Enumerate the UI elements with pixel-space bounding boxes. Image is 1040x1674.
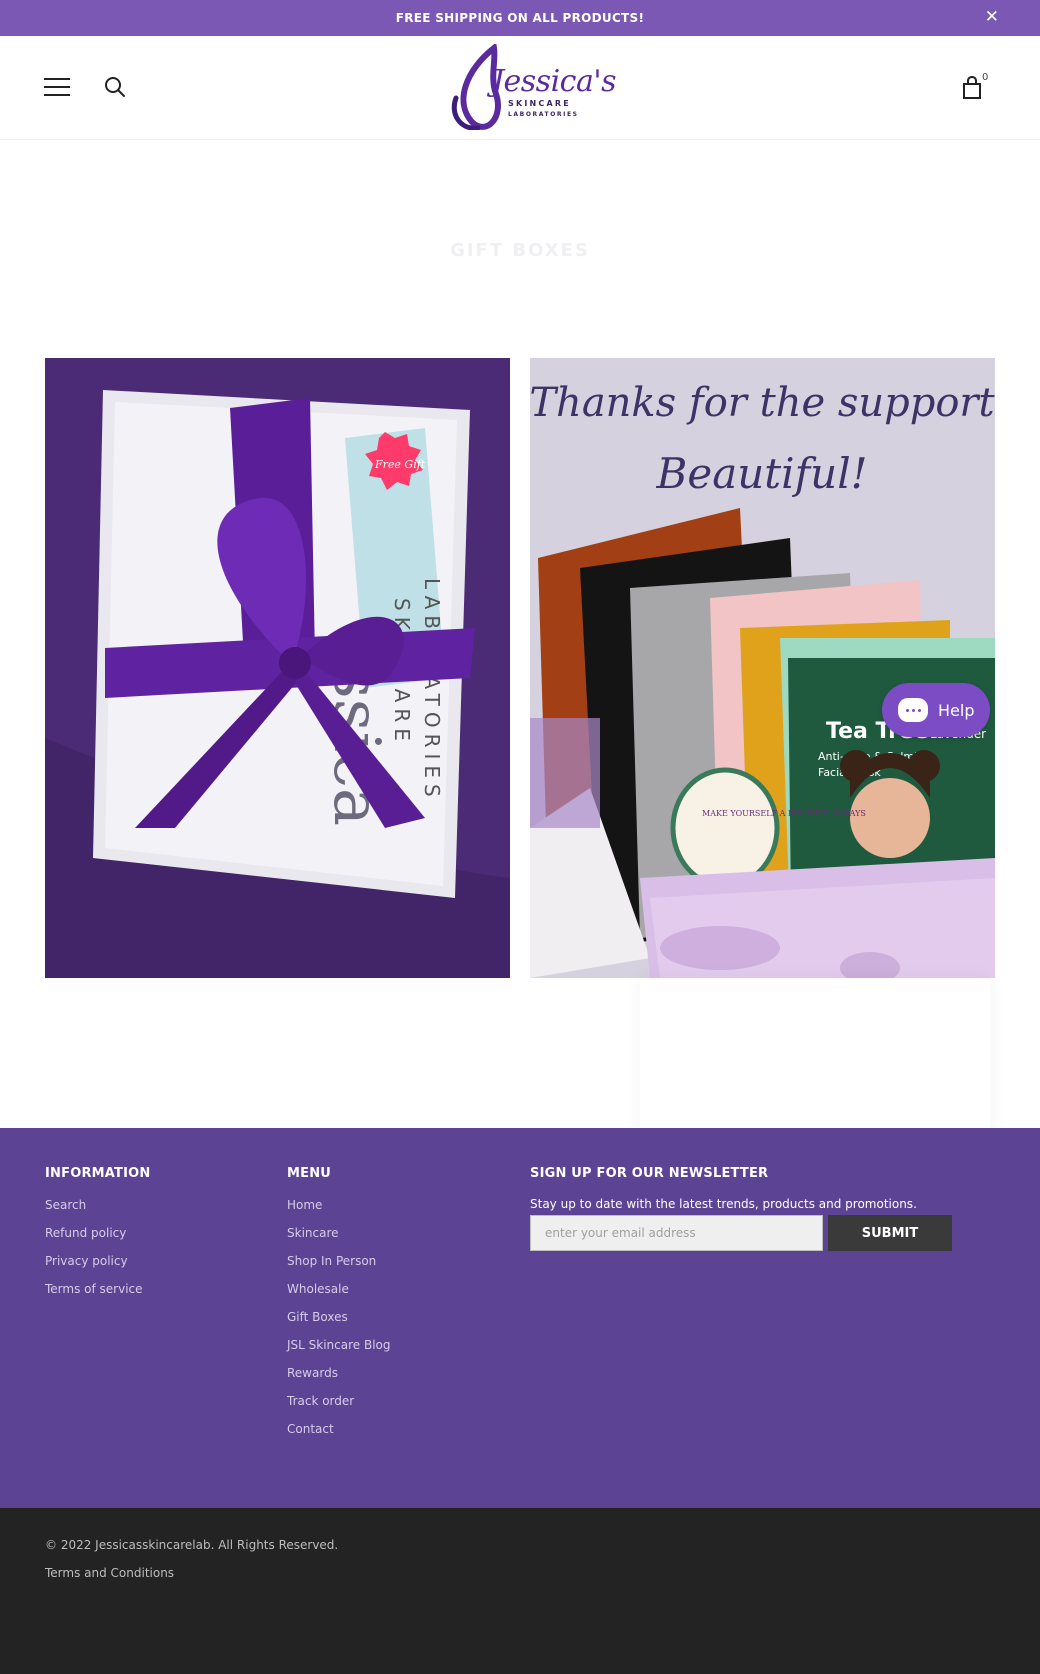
chat-icon <box>898 698 928 722</box>
footer-link-track-order[interactable]: Track order <box>287 1393 391 1421</box>
newsletter-title: SIGN UP FOR OUR NEWSLETTER <box>530 1166 769 1181</box>
bottom-bar: © 2022 Jessicasskincarelab. All Rights R… <box>0 1508 1040 1674</box>
footer-link-blog[interactable]: JSL Skincare Blog <box>287 1337 391 1365</box>
menu-icon[interactable] <box>44 78 70 98</box>
beautiful-headline: Beautiful! <box>655 449 867 498</box>
footer-link-home[interactable]: Home <box>287 1197 391 1225</box>
close-icon[interactable]: ✕ <box>982 7 1002 27</box>
site-header: Jessica's SKINCARE LABORATORIES 0 <box>0 36 1040 140</box>
footer-link-gift-boxes[interactable]: Gift Boxes <box>287 1309 391 1337</box>
site-logo[interactable]: Jessica's SKINCARE LABORATORIES <box>446 42 617 131</box>
terms-and-conditions-link[interactable]: Terms and Conditions <box>45 1566 174 1580</box>
logo-word: Jessica's <box>492 64 617 99</box>
svg-text:LABORATORIES: LABORATORIES <box>420 578 444 803</box>
newsletter-form: SUBMIT <box>530 1215 952 1251</box>
gift-box-image-1[interactable]: essica SKINCARE LABORATORIES Free Gift <box>45 358 510 978</box>
footer-link-wholesale[interactable]: Wholesale <box>287 1281 391 1309</box>
footer-link-shop-in-person[interactable]: Shop In Person <box>287 1253 391 1281</box>
newsletter-submit-button[interactable]: SUBMIT <box>828 1215 952 1251</box>
footer-link-rewards[interactable]: Rewards <box>287 1365 391 1393</box>
footer-link-refund-policy[interactable]: Refund policy <box>45 1225 150 1253</box>
footer-newsletter: SIGN UP FOR OUR NEWSLETTER Stay up to da… <box>530 1166 1000 1251</box>
footer-link-terms-of-service[interactable]: Terms of service <box>45 1281 150 1309</box>
footer-link-search[interactable]: Search <box>45 1197 150 1225</box>
page-title: GIFT BOXES <box>450 240 590 261</box>
copyright-text: © 2022 Jessicasskincarelab. All Rights R… <box>45 1538 339 1552</box>
announcement-text: FREE SHIPPING ON ALL PRODUCTS! <box>395 11 645 25</box>
cart-button[interactable]: 0 <box>962 72 992 104</box>
sticker-text: MAKE YOURSELF A PRIORITY ALWAYS <box>702 809 866 818</box>
search-icon[interactable] <box>104 76 126 98</box>
footer-menu: MENU Home Skincare Shop In Person Wholes… <box>287 1166 391 1449</box>
cart-icon <box>963 75 981 99</box>
footer-information-title: INFORMATION <box>45 1166 151 1181</box>
footer-information: INFORMATION Search Refund policy Privacy… <box>45 1166 150 1309</box>
free-gift-badge: Free Gift <box>374 458 426 471</box>
thanks-headline: Thanks for the support <box>530 380 995 426</box>
announcement-bar: FREE SHIPPING ON ALL PRODUCTS! ✕ <box>0 0 1040 36</box>
logo-subtitle-2: LABORATORIES <box>508 111 579 118</box>
site-footer: INFORMATION Search Refund policy Privacy… <box>0 1128 1040 1508</box>
footer-link-skincare[interactable]: Skincare <box>287 1225 391 1253</box>
gift-box-image-2[interactable]: Thanks for the support Beautiful! Tea Tr… <box>530 358 995 978</box>
newsletter-text: Stay up to date with the latest trends, … <box>530 1197 917 1211</box>
newsletter-email-input[interactable] <box>530 1215 823 1251</box>
cart-count: 0 <box>982 72 989 83</box>
logo-subtitle: SKINCARE <box>508 99 571 108</box>
help-button[interactable]: Help <box>882 683 990 737</box>
footer-menu-title: MENU <box>287 1166 332 1181</box>
help-label: Help <box>938 700 975 720</box>
footer-link-contact[interactable]: Contact <box>287 1421 391 1449</box>
footer-link-privacy-policy[interactable]: Privacy policy <box>45 1253 150 1281</box>
